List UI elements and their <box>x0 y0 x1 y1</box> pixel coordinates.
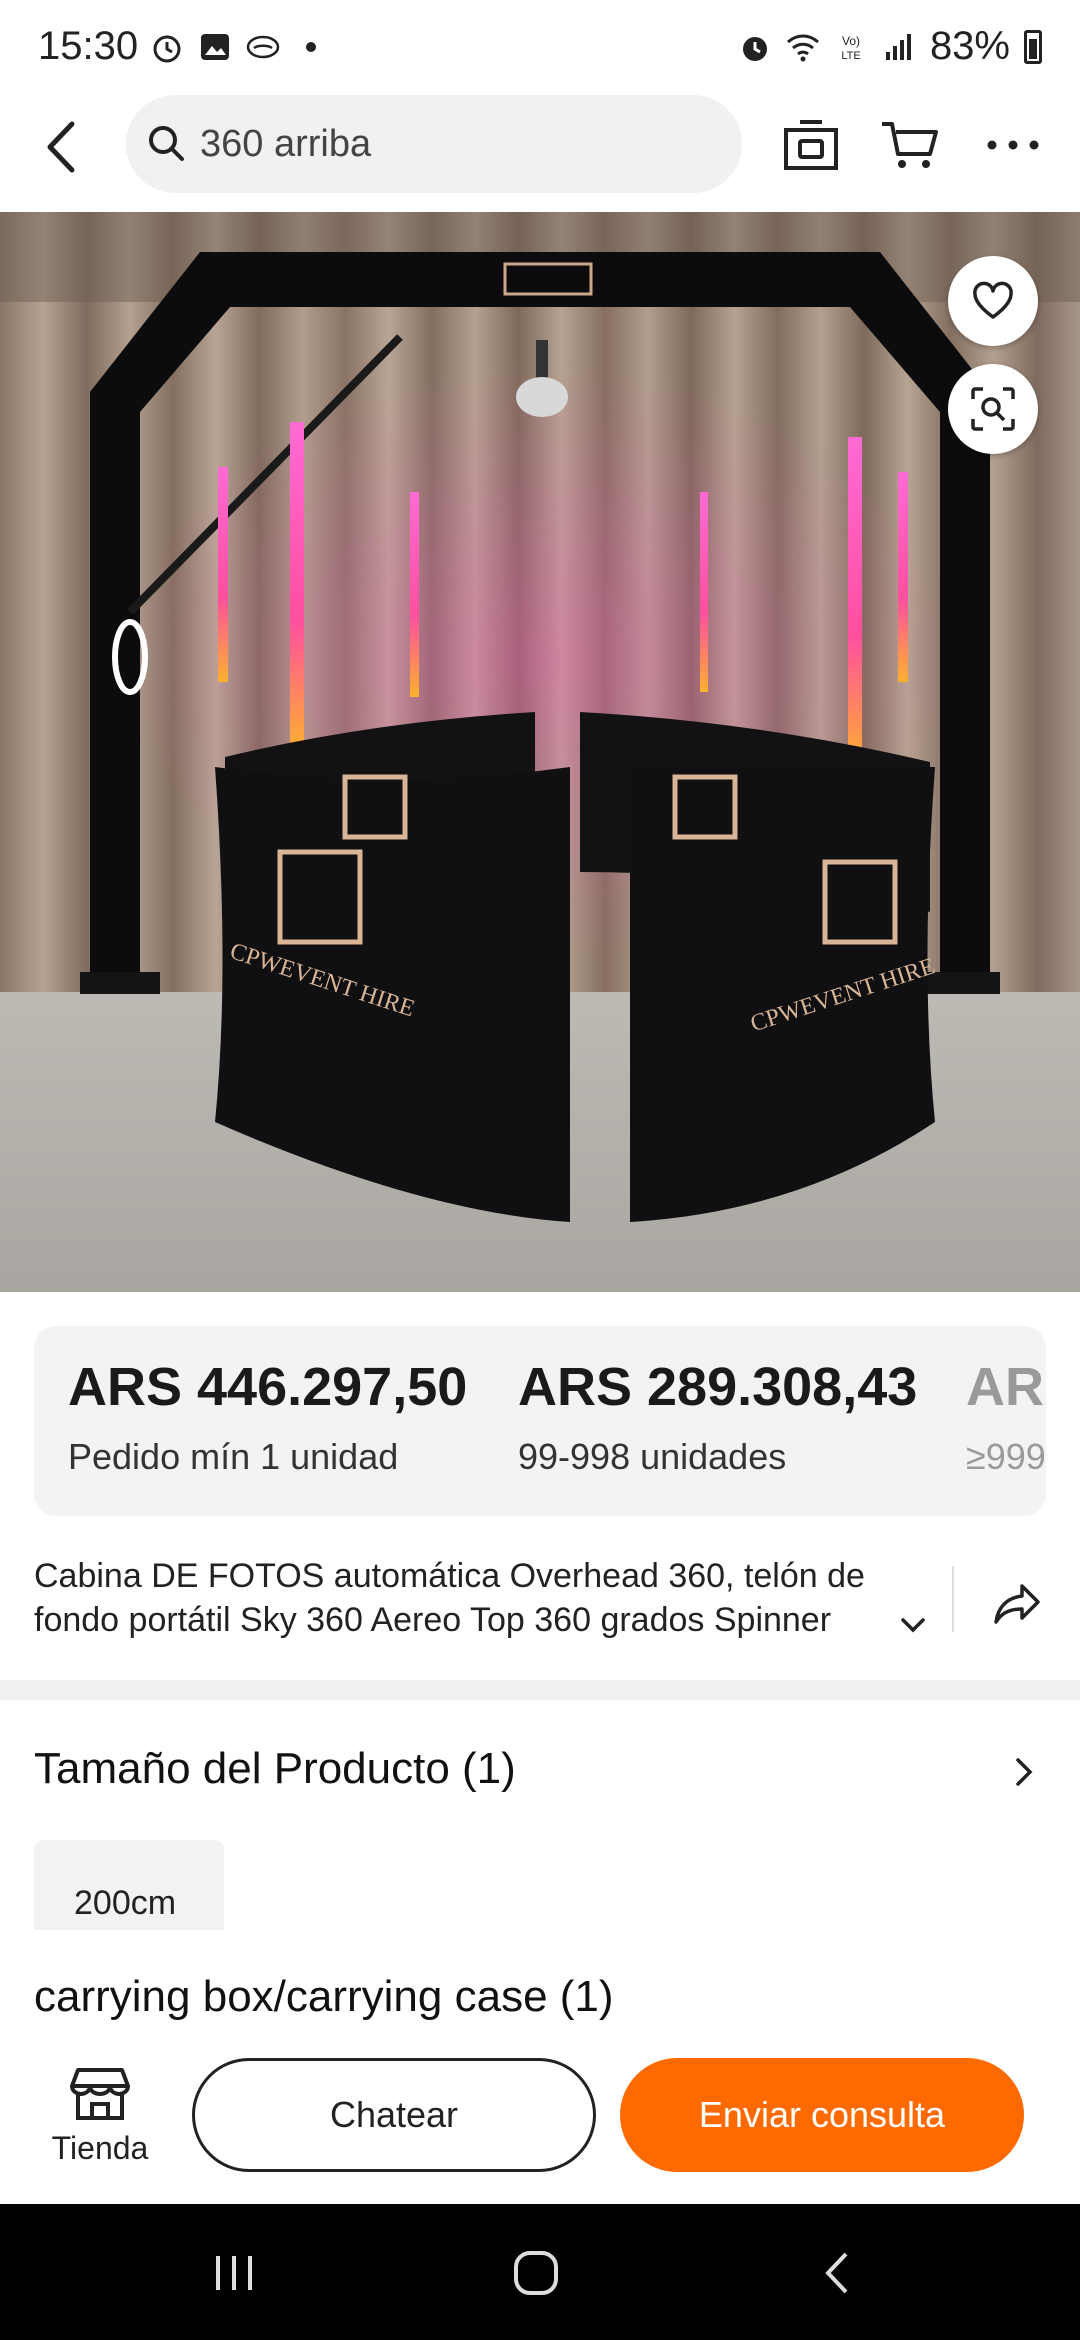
wifi-icon <box>786 34 819 61</box>
product-photo: CPWEVENT HIRE CPWEVENT HIRE <box>0 212 1080 1292</box>
store-button[interactable]: Tienda <box>40 2064 160 2184</box>
tier-price: ARS 446.297,50 <box>68 1357 468 1417</box>
divider <box>952 1566 954 1632</box>
product-title-row: Cabina DE FOTOS automática Overhead 360,… <box>34 1554 1046 1664</box>
product-image[interactable]: CPWEVENT HIRE CPWEVENT HIRE <box>0 212 1080 1292</box>
price-tiers: ARS 446.297,50 Pedido mín 1 unidad ARS 2… <box>34 1326 1046 1516</box>
svg-text:Vo): Vo) <box>842 34 860 48</box>
battery-icon <box>1024 29 1042 64</box>
price-tier: ARS 446.297,50 Pedido mín 1 unidad <box>68 1356 467 1478</box>
size-option-chip[interactable]: 200cm <box>34 1840 224 1930</box>
signal-icon <box>885 33 911 60</box>
system-nav-bar <box>0 2204 1080 2340</box>
gallery-icon <box>201 34 229 60</box>
back-icon[interactable] <box>28 112 98 182</box>
cart-icon[interactable] <box>876 110 946 180</box>
top-bar: 360 arriba <box>0 90 1080 210</box>
product-size-header[interactable]: Tamaño del Producto (1) <box>34 1744 1046 1804</box>
status-bar: 15:30 Vo) LTE 83% <box>0 0 1080 90</box>
lens-search-icon <box>971 387 1015 431</box>
chat-button[interactable]: Chatear <box>192 2058 596 2172</box>
tier-price: ARS <box>966 1357 1046 1417</box>
status-time: 15:30 <box>38 24 139 68</box>
svg-text:LTE: LTE <box>841 50 860 62</box>
price-tier: ARS 289.308,43 99-998 unidades <box>518 1356 917 1478</box>
tier-quantity: 99-998 unidades <box>518 1436 787 1477</box>
chevron-down-icon[interactable] <box>896 1608 930 1642</box>
heart-icon <box>973 281 1013 319</box>
volte-icon: Vo) LTE <box>841 34 860 62</box>
battery-percent: 83% <box>929 24 1010 68</box>
size-option-label: 200cm <box>74 1884 177 1922</box>
tier-quantity: ≥999 <box>966 1436 1046 1477</box>
store-icon <box>70 2068 130 2120</box>
search-input[interactable]: 360 arriba <box>126 95 742 193</box>
alarm-icon <box>153 35 181 63</box>
section-divider <box>0 1680 1080 1700</box>
back-nav-icon[interactable] <box>810 2248 870 2298</box>
carrying-case-title[interactable]: carrying box/carrying case (1) <box>34 1972 614 2022</box>
price-tier: ARS ≥999 <box>966 1356 1046 1478</box>
app-icon <box>246 35 280 59</box>
search-query: 360 arriba <box>200 122 372 165</box>
recents-icon[interactable] <box>204 2248 264 2298</box>
product-size-title: Tamaño del Producto (1) <box>34 1744 516 1793</box>
more-icon[interactable] <box>978 110 1048 180</box>
store-label: Tienda <box>51 2130 149 2166</box>
send-inquiry-button[interactable]: Enviar consulta <box>620 2058 1024 2172</box>
tier-quantity: Pedido mín 1 unidad <box>68 1436 399 1477</box>
camera-icon[interactable] <box>776 110 846 180</box>
dot-icon <box>306 42 316 52</box>
product-title[interactable]: Cabina DE FOTOS automática Overhead 360,… <box>34 1554 914 1642</box>
home-icon[interactable] <box>506 2248 566 2298</box>
alarm-icon <box>742 36 767 61</box>
search-icon <box>149 126 184 161</box>
favorite-button[interactable] <box>948 256 1038 346</box>
chevron-right-icon[interactable] <box>1002 1750 1046 1794</box>
bottom-action-bar: Tienda Chatear Enviar consulta <box>0 2032 1080 2202</box>
share-icon[interactable] <box>990 1576 1046 1632</box>
tier-price: ARS 289.308,43 <box>518 1357 918 1417</box>
image-search-button[interactable] <box>948 364 1038 454</box>
